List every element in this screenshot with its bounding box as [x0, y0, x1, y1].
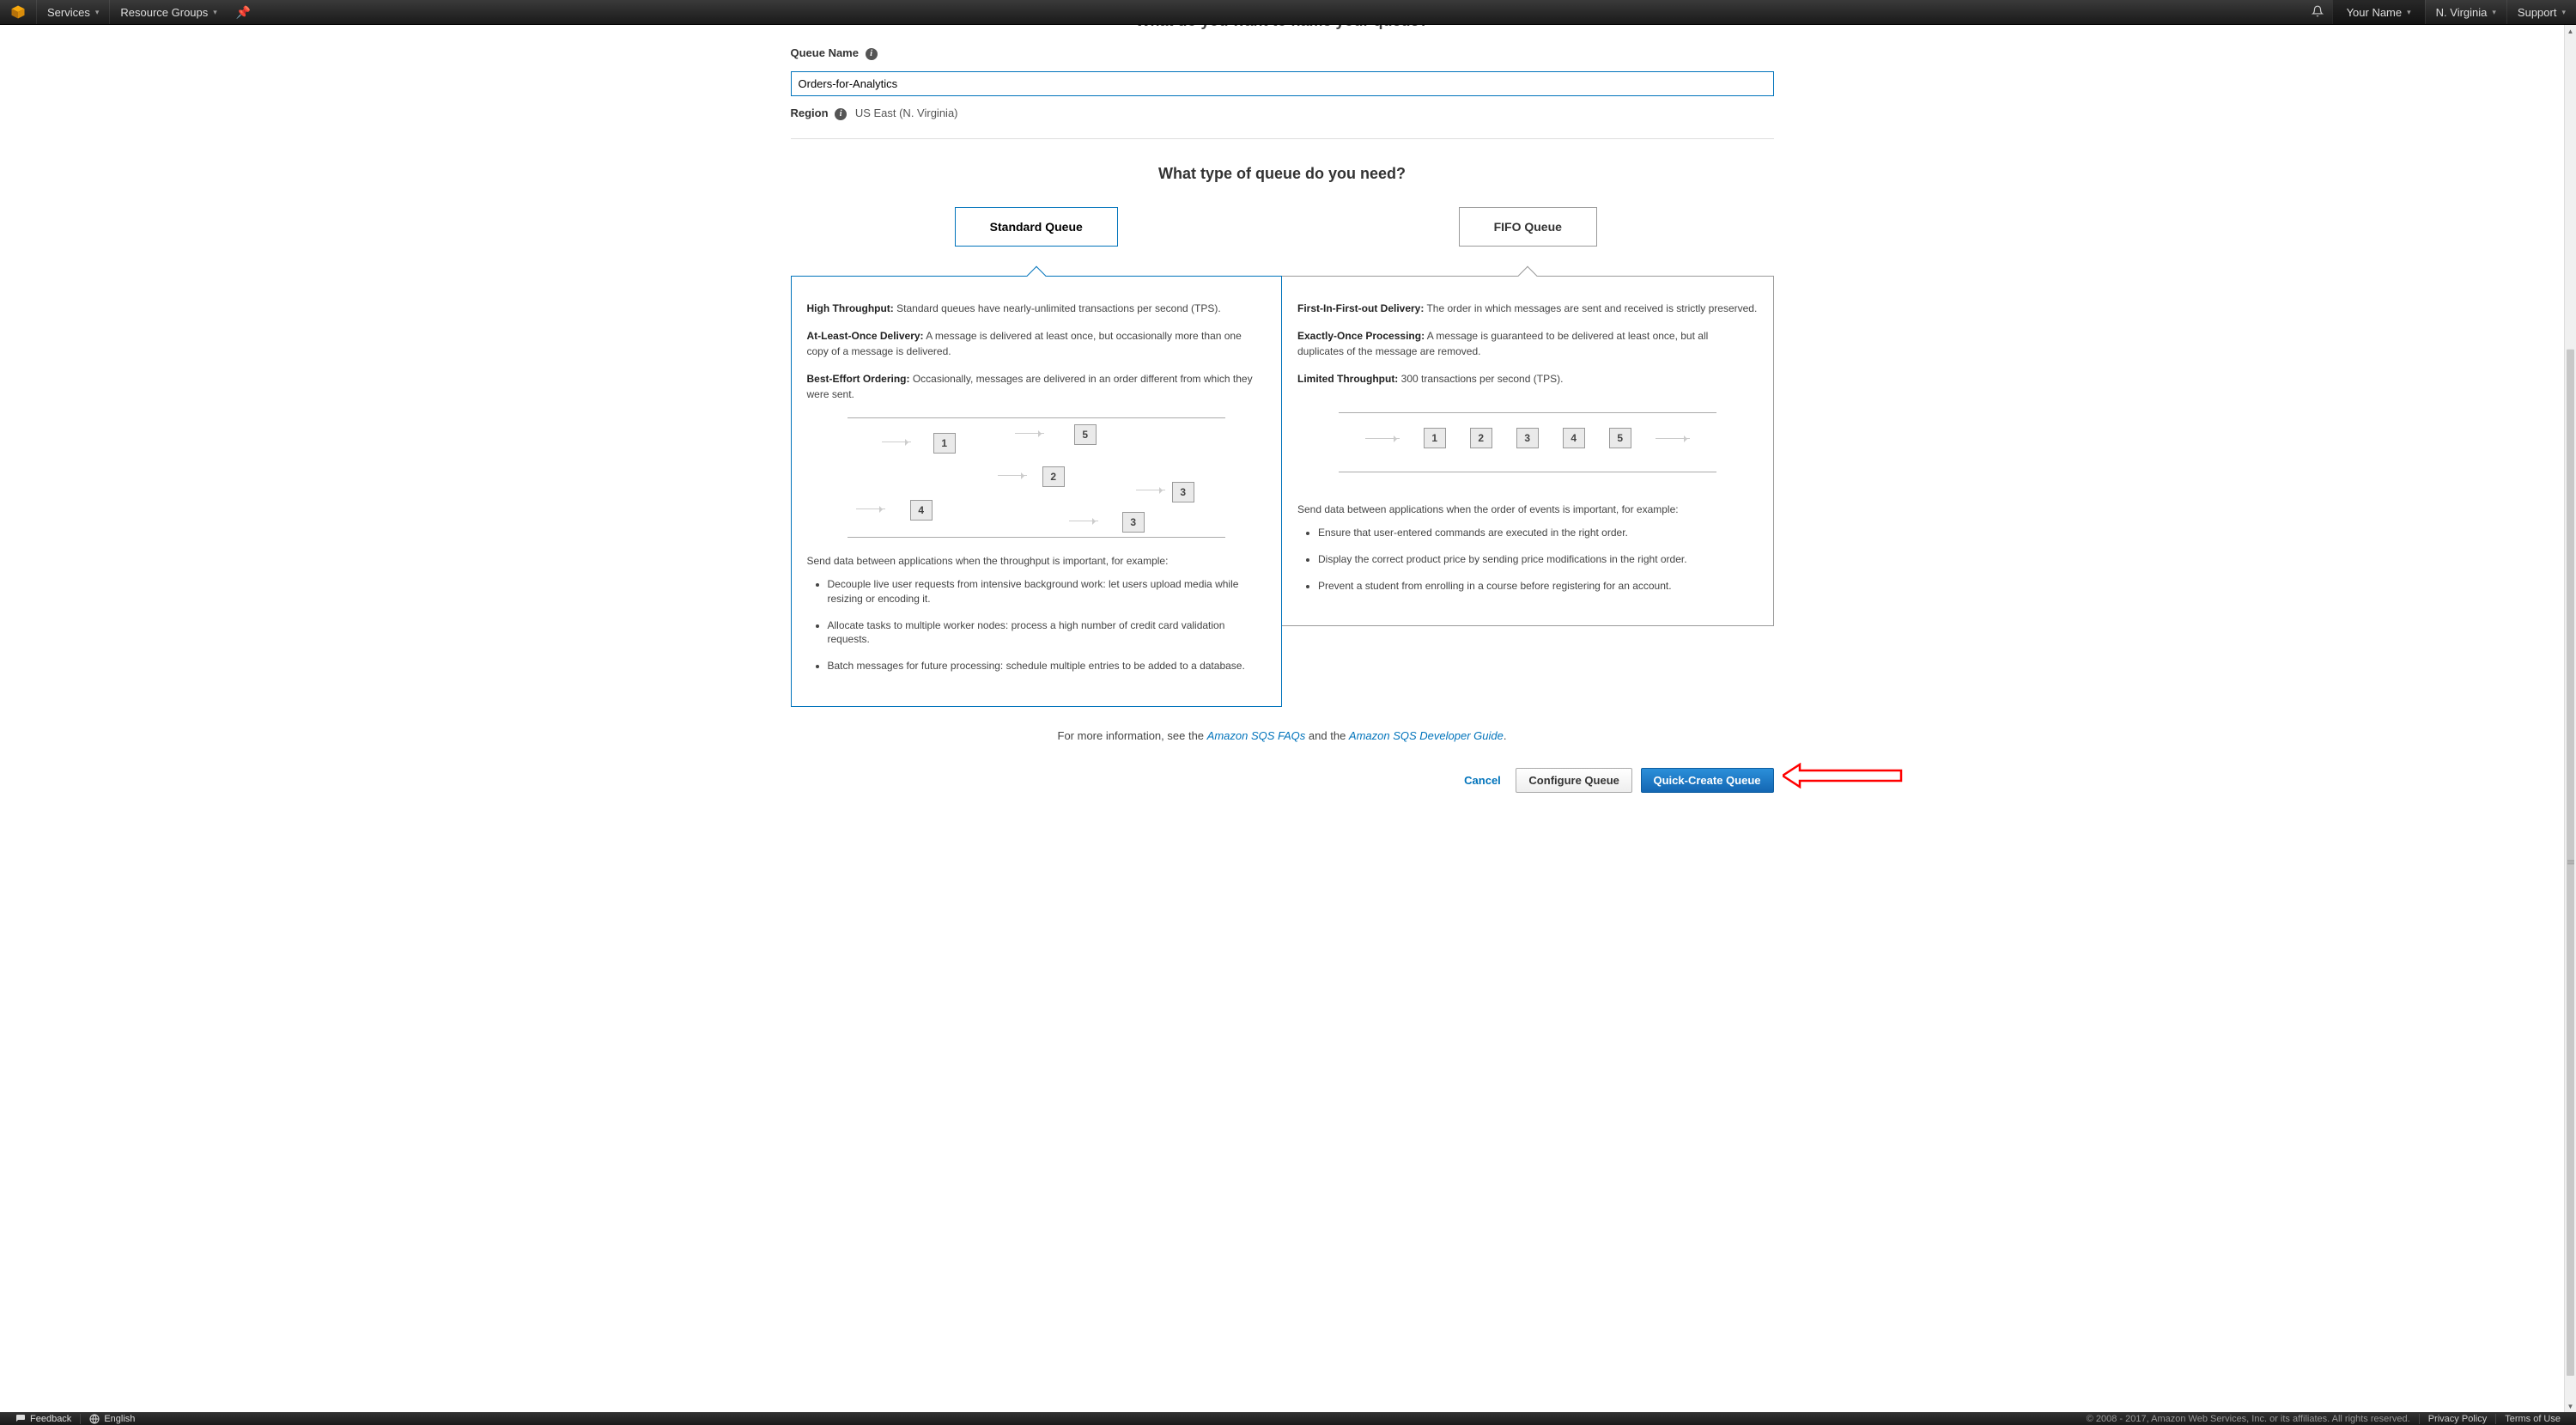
more-info: For more information, see the Amazon SQS… — [791, 729, 1774, 742]
caret-down-icon: ▾ — [2407, 8, 2411, 17]
pin-icon[interactable]: 📌 — [228, 5, 259, 20]
cancel-button[interactable]: Cancel — [1464, 774, 1501, 787]
top-nav: Services▾ Resource Groups▾ 📌 Your Name▾ … — [0, 0, 2576, 25]
scroll-up-icon[interactable]: ▲ — [2565, 25, 2576, 37]
fifo-queue-button[interactable]: FIFO Queue — [1459, 207, 1597, 247]
diagram-box: 3 — [1172, 482, 1194, 502]
standard-feature: Best-Effort Ordering: Occasionally, mess… — [807, 371, 1267, 402]
notifications-icon[interactable] — [2303, 5, 2332, 20]
sqs-dev-guide-link[interactable]: Amazon SQS Developer Guide — [1349, 729, 1504, 742]
list-item: Batch messages for future processing: sc… — [828, 659, 1267, 673]
caret-down-icon: ▾ — [213, 8, 217, 17]
fifo-queue-panel: First-In-First-out Delivery: The order i… — [1282, 276, 1774, 626]
callout-arrow-icon — [1783, 763, 1903, 791]
diagram-box: 4 — [910, 500, 933, 521]
fifo-feature: Limited Throughput: 300 transactions per… — [1297, 371, 1758, 387]
caret-down-icon: ▾ — [95, 8, 100, 17]
privacy-link[interactable]: Privacy Policy — [2419, 1414, 2495, 1424]
panel-pointer-icon — [1517, 266, 1537, 286]
scrollbar[interactable]: ▲ ▼ — [2564, 25, 2576, 1412]
info-icon[interactable]: i — [835, 108, 847, 120]
standard-use-list: Decouple live user requests from intensi… — [807, 577, 1267, 673]
fifo-diagram: 1 2 3 4 5 — [1339, 412, 1716, 472]
fifo-use-intro: Send data between applications when the … — [1297, 503, 1758, 515]
standard-queue-panel: High Throughput: Standard queues have ne… — [791, 276, 1283, 707]
fifo-feature: Exactly-Once Processing: A message is gu… — [1297, 328, 1758, 359]
standard-feature: At-Least-Once Delivery: A message is del… — [807, 328, 1267, 359]
standard-use-intro: Send data between applications when the … — [807, 555, 1267, 567]
sqs-faqs-link[interactable]: Amazon SQS FAQs — [1207, 729, 1306, 742]
fifo-feature: First-In-First-out Delivery: The order i… — [1297, 301, 1758, 316]
language-link[interactable]: English — [80, 1414, 143, 1424]
quick-create-queue-button[interactable]: Quick-Create Queue — [1641, 768, 1774, 793]
nav-services[interactable]: Services▾ — [36, 0, 109, 24]
standard-diagram: 1 5 2 3 4 3 — [848, 417, 1225, 538]
region-label: Region — [791, 107, 829, 119]
fifo-use-list: Ensure that user-entered commands are ex… — [1297, 526, 1758, 593]
diagram-box: 5 — [1074, 424, 1097, 445]
standard-feature: High Throughput: Standard queues have ne… — [807, 301, 1267, 316]
nav-user[interactable]: Your Name▾ — [2332, 0, 2425, 24]
list-item: Display the correct product price by sen… — [1318, 552, 1758, 567]
configure-queue-button[interactable]: Configure Queue — [1516, 768, 1631, 793]
caret-down-icon: ▾ — [2561, 8, 2566, 17]
diagram-box: 1 — [933, 433, 956, 454]
name-heading-cut: What do you want to name your queue? — [791, 25, 1774, 29]
list-item: Allocate tasks to multiple worker nodes:… — [828, 618, 1267, 648]
scrollbar-thumb[interactable] — [2567, 349, 2574, 1375]
caret-down-icon: ▾ — [2492, 8, 2496, 17]
info-icon[interactable]: i — [866, 48, 878, 60]
feedback-link[interactable]: Feedback — [7, 1414, 80, 1424]
main-content: What do you want to name your queue? Que… — [791, 25, 1774, 810]
queue-name-input[interactable] — [791, 71, 1774, 96]
diagram-box: 2 — [1470, 428, 1492, 448]
type-heading: What type of queue do you need? — [791, 165, 1774, 183]
diagram-box: 4 — [1563, 428, 1585, 448]
diagram-box: 2 — [1042, 466, 1065, 487]
panel-pointer-icon — [1026, 266, 1046, 286]
diagram-box: 5 — [1609, 428, 1631, 448]
list-item: Prevent a student from enrolling in a co… — [1318, 579, 1758, 594]
nav-resource-groups[interactable]: Resource Groups▾ — [109, 0, 227, 24]
list-item: Decouple live user requests from intensi… — [828, 577, 1267, 606]
list-item: Ensure that user-entered commands are ex… — [1318, 526, 1758, 540]
diagram-box: 1 — [1424, 428, 1446, 448]
nav-region[interactable]: N. Virginia▾ — [2425, 0, 2506, 24]
aws-logo-icon[interactable] — [10, 4, 26, 20]
diagram-box: 3 — [1122, 512, 1145, 533]
terms-link[interactable]: Terms of Use — [2495, 1414, 2569, 1424]
action-row: Cancel Configure Queue Quick-Create Queu… — [791, 768, 1774, 793]
scroll-down-icon[interactable]: ▼ — [2565, 1400, 2576, 1412]
footer: Feedback English © 2008 - 2017, Amazon W… — [0, 1412, 2576, 1425]
nav-support[interactable]: Support▾ — [2506, 0, 2576, 24]
standard-queue-button[interactable]: Standard Queue — [955, 207, 1118, 247]
queue-name-label: Queue Name — [791, 46, 859, 59]
region-value: US East (N. Virginia) — [855, 107, 958, 119]
copyright: © 2008 - 2017, Amazon Web Services, Inc.… — [2078, 1414, 2419, 1424]
diagram-box: 3 — [1516, 428, 1539, 448]
